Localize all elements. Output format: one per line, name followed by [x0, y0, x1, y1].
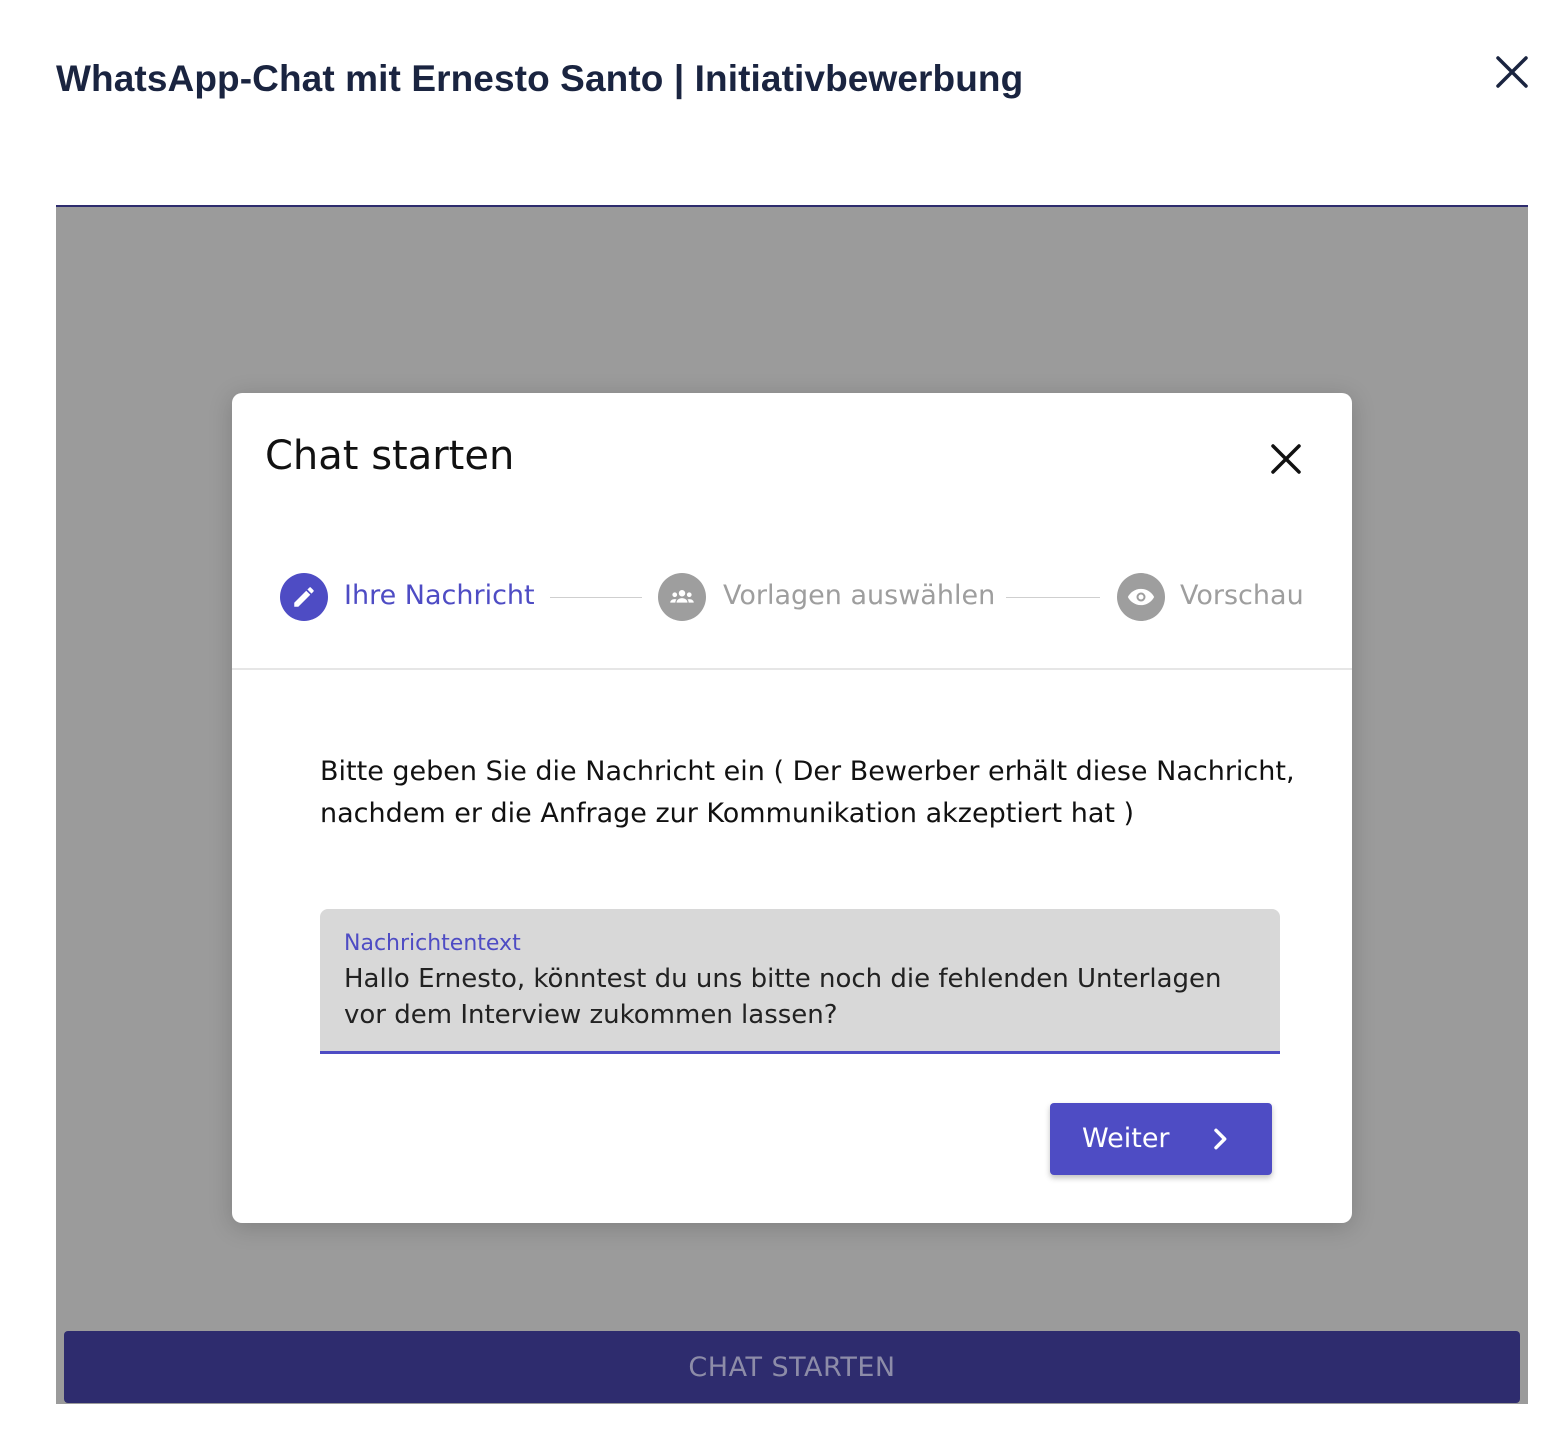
- next-button[interactable]: Weiter: [1050, 1103, 1272, 1175]
- eye-icon: [1127, 588, 1155, 606]
- instruction-text: Bitte geben Sie die Nachricht ein ( Der …: [320, 756, 1295, 829]
- close-icon: [1496, 56, 1528, 88]
- close-icon: [1271, 444, 1301, 474]
- step-ihre-nachricht[interactable]: [280, 573, 328, 621]
- page: WhatsApp-Chat mit Ernesto Santo | Initia…: [0, 0, 1568, 1444]
- message-field-value[interactable]: Hallo Ernesto, könntest du uns bitte noc…: [344, 961, 1264, 1033]
- step-label-ihre-nachricht: Ihre Nachricht: [344, 580, 535, 611]
- next-button-label: Weiter: [1082, 1123, 1170, 1154]
- start-chat-label: CHAT STARTEN: [688, 1351, 896, 1383]
- dialog-divider: [232, 668, 1352, 670]
- step-vorlagen-auswaehlen[interactable]: [658, 573, 706, 621]
- stepper: Ihre Nachricht Vorlagen auswählen Vorsch…: [280, 573, 1310, 623]
- message-textarea[interactable]: Nachrichtentext Hallo Ernesto, könntest …: [320, 909, 1280, 1054]
- page-close-button[interactable]: [1492, 52, 1532, 92]
- pencil-icon: [294, 587, 314, 607]
- step-label-vorschau: Vorschau: [1180, 580, 1304, 611]
- message-field-label: Nachrichtentext: [344, 931, 521, 956]
- chevron-right-icon: [1214, 1128, 1227, 1150]
- chat-start-dialog: Chat starten Ihre Nachricht Vorlagen aus…: [232, 393, 1352, 1223]
- step-vorschau[interactable]: [1117, 573, 1165, 621]
- group-icon: [670, 590, 694, 603]
- start-chat-button[interactable]: CHAT STARTEN: [64, 1331, 1520, 1403]
- step-connector: [1006, 597, 1100, 598]
- step-label-vorlagen-auswaehlen: Vorlagen auswählen: [723, 580, 996, 611]
- dialog-title: Chat starten: [265, 433, 515, 479]
- dialog-close-button[interactable]: [1266, 439, 1306, 479]
- page-title: WhatsApp-Chat mit Ernesto Santo | Initia…: [56, 58, 1024, 99]
- step-connector: [550, 597, 642, 598]
